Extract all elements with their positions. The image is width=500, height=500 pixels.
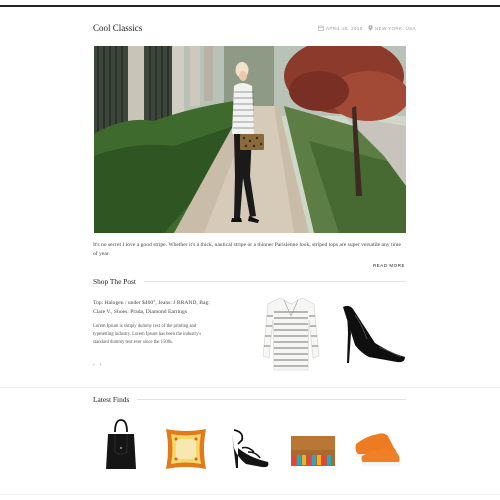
calendar-icon bbox=[318, 25, 324, 31]
post-location-text: NEW YORK, USA bbox=[375, 25, 416, 31]
finds-section-header: Latest Finds bbox=[93, 395, 406, 404]
post-date: APRIL 28, 2016 bbox=[318, 25, 362, 31]
next-arrow-icon[interactable]: › bbox=[100, 362, 102, 368]
section-divider bbox=[0, 387, 500, 388]
prev-arrow-icon[interactable]: ‹ bbox=[93, 362, 95, 368]
finds-section-title: Latest Finds bbox=[93, 395, 130, 404]
find-item-pillow[interactable] bbox=[165, 428, 207, 475]
product-black-heels[interactable] bbox=[339, 303, 407, 370]
product-striped-top[interactable] bbox=[262, 296, 320, 377]
product-credits: Top: Halogen / under $400°, Jeans: J BRA… bbox=[93, 300, 210, 315]
post-title[interactable]: Cool Classics bbox=[93, 23, 142, 33]
post-location: NEW YORK, USA bbox=[368, 25, 416, 31]
post-date-text: APRIL 28, 2016 bbox=[326, 25, 363, 31]
find-item-strappy-sandals[interactable] bbox=[228, 428, 270, 475]
shop-section-rule bbox=[143, 281, 406, 282]
top-border bbox=[0, 5, 500, 7]
hero-image[interactable] bbox=[94, 46, 406, 233]
footer-rule bbox=[0, 494, 500, 495]
find-item-slip-on-sneakers[interactable] bbox=[354, 430, 402, 473]
shop-section-title: Shop The Post bbox=[93, 277, 136, 286]
finds-section-rule bbox=[137, 399, 406, 400]
map-pin-icon bbox=[368, 25, 373, 31]
post-intro: It's no secret I love a good stripe. Whe… bbox=[93, 242, 401, 257]
shop-description: Lorem Ipsum is simply dummy text of the … bbox=[93, 324, 202, 346]
shop-section-header: Shop The Post bbox=[93, 277, 406, 286]
read-more-link[interactable]: READ MORE bbox=[373, 263, 405, 268]
find-item-clutch[interactable] bbox=[290, 435, 336, 472]
find-item-black-bag[interactable] bbox=[105, 418, 137, 475]
shop-pager: ‹ › bbox=[93, 362, 101, 368]
